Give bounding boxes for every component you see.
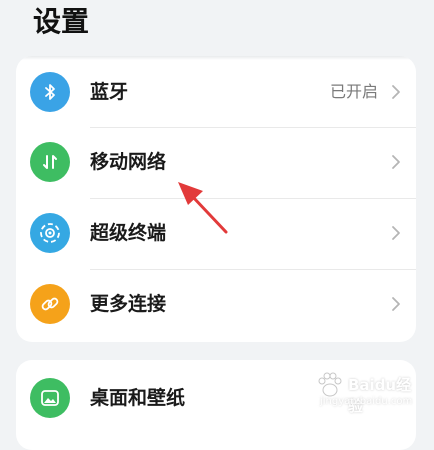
settings-item-mobile-network[interactable]: 移动网络 [16, 128, 416, 196]
settings-item-more-connections[interactable]: 更多连接 [16, 270, 416, 338]
bluetooth-status: 已开启 [329, 82, 378, 101]
paw-logo-icon [318, 372, 342, 397]
watermark-title: Baidu经验 [348, 376, 412, 415]
bluetooth-icon [30, 72, 70, 112]
settings-item-label: 桌面和壁纸 [90, 387, 186, 409]
chevron-right-icon [392, 297, 400, 311]
settings-item-label: 更多连接 [90, 293, 167, 315]
settings-item-super-device[interactable]: 超级终端 [16, 199, 416, 267]
connections-card: 蓝牙 已开启 移动网络 超级终端 更多连接 [16, 56, 416, 342]
chevron-right-icon [392, 155, 400, 169]
mobile-network-icon [30, 142, 70, 182]
settings-item-bluetooth[interactable]: 蓝牙 已开启 [16, 58, 416, 126]
wallpaper-icon [30, 378, 70, 418]
super-device-icon [30, 213, 70, 253]
chevron-right-icon [392, 85, 400, 99]
settings-item-label: 移动网络 [90, 151, 167, 173]
settings-item-label: 超级终端 [90, 222, 167, 244]
chevron-right-icon [392, 226, 400, 240]
watermark-url: jingyan.baidu.com [320, 396, 413, 407]
link-icon [30, 284, 70, 324]
page-title: 设置 [33, 5, 90, 38]
baidu-watermark: Baidu经验 jingyan.baidu.com [314, 372, 414, 415]
settings-item-label: 蓝牙 [90, 81, 129, 103]
